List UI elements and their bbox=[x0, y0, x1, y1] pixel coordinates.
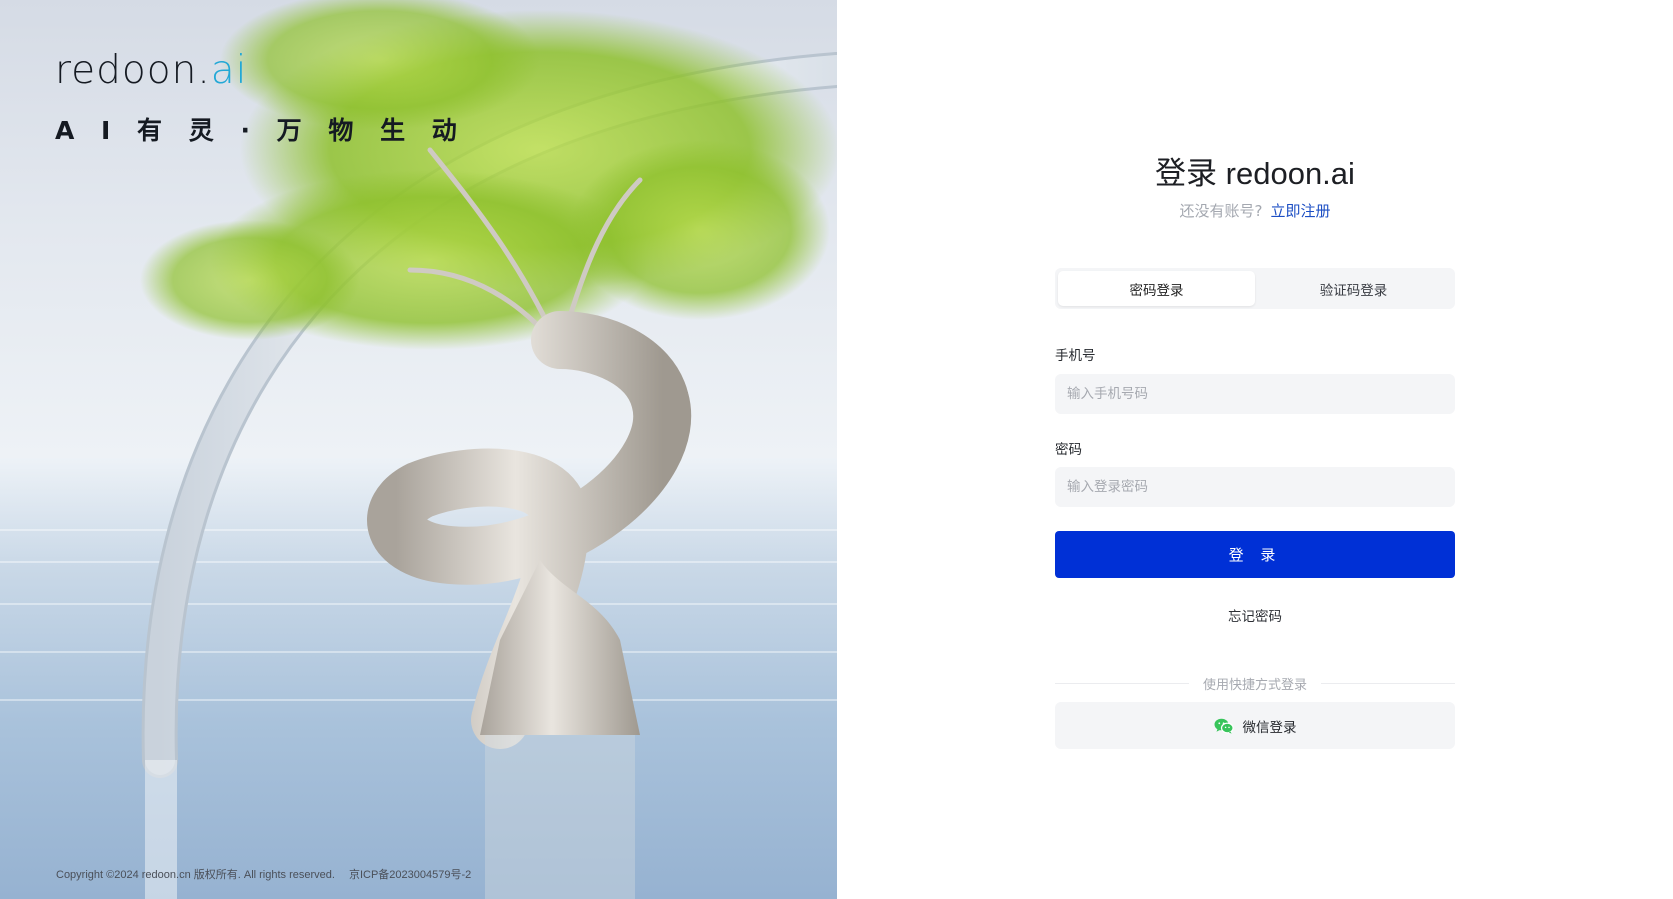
forgot-password-link[interactable]: 忘记密码 bbox=[1055, 605, 1455, 625]
logo-dot: . bbox=[197, 48, 211, 93]
tab-password-login[interactable]: 密码登录 bbox=[1058, 271, 1255, 306]
login-method-tabs: 密码登录 验证码登录 bbox=[1055, 268, 1455, 309]
password-label: 密码 bbox=[1055, 442, 1082, 458]
copyright-text: Copyright ©2024 redoon.cn 版权所有. All righ… bbox=[56, 869, 335, 881]
brand-block: redoon. ai A I 有 灵 · 万 物 生 动 bbox=[55, 48, 466, 147]
password-input[interactable] bbox=[1055, 467, 1455, 507]
signup-link[interactable]: 立即注册 bbox=[1270, 202, 1330, 220]
tab-code-login[interactable]: 验证码登录 bbox=[1255, 271, 1452, 306]
login-form: 密码登录 验证码登录 手机号 密码 登 录 忘记密码 使用快捷方式登录 bbox=[1055, 268, 1456, 749]
logo-ai: ai bbox=[210, 48, 248, 93]
alt-login-divider: 使用快捷方式登录 bbox=[1055, 674, 1456, 693]
brand-slogan: A I 有 灵 · 万 物 生 动 bbox=[55, 116, 466, 145]
footer-copyright: Copyright ©2024 redoon.cn 版权所有. All righ… bbox=[56, 866, 471, 882]
signup-prompt: 还没有账号? 立即注册 bbox=[837, 200, 1673, 221]
wechat-login-label: 微信登录 bbox=[1242, 719, 1297, 736]
login-button[interactable]: 登 录 bbox=[1055, 531, 1455, 578]
page-title: 登录 redoon.ai bbox=[1155, 156, 1355, 191]
logo-wordmark: redoon bbox=[55, 48, 198, 93]
divider-line-right bbox=[1321, 683, 1456, 684]
wechat-login-button[interactable]: 微信登录 bbox=[1055, 702, 1455, 749]
login-panel: 登录 redoon.ai 还没有账号? 立即注册 密码登录 验证码登录 手机号 密… bbox=[837, 0, 1673, 899]
redoon-logo: redoon. ai bbox=[55, 48, 466, 93]
wechat-icon bbox=[1214, 718, 1234, 734]
hero-panel: redoon. ai A I 有 灵 · 万 物 生 动 Copyright ©2… bbox=[0, 0, 837, 899]
no-account-text: 还没有账号? bbox=[1179, 202, 1263, 220]
alt-login-label: 使用快捷方式登录 bbox=[1203, 678, 1308, 693]
icp-link[interactable]: 京ICP备2023004579号-2 bbox=[349, 869, 471, 881]
phone-label: 手机号 bbox=[1055, 348, 1096, 364]
phone-input[interactable] bbox=[1055, 374, 1455, 414]
divider-line-left bbox=[1055, 683, 1189, 684]
